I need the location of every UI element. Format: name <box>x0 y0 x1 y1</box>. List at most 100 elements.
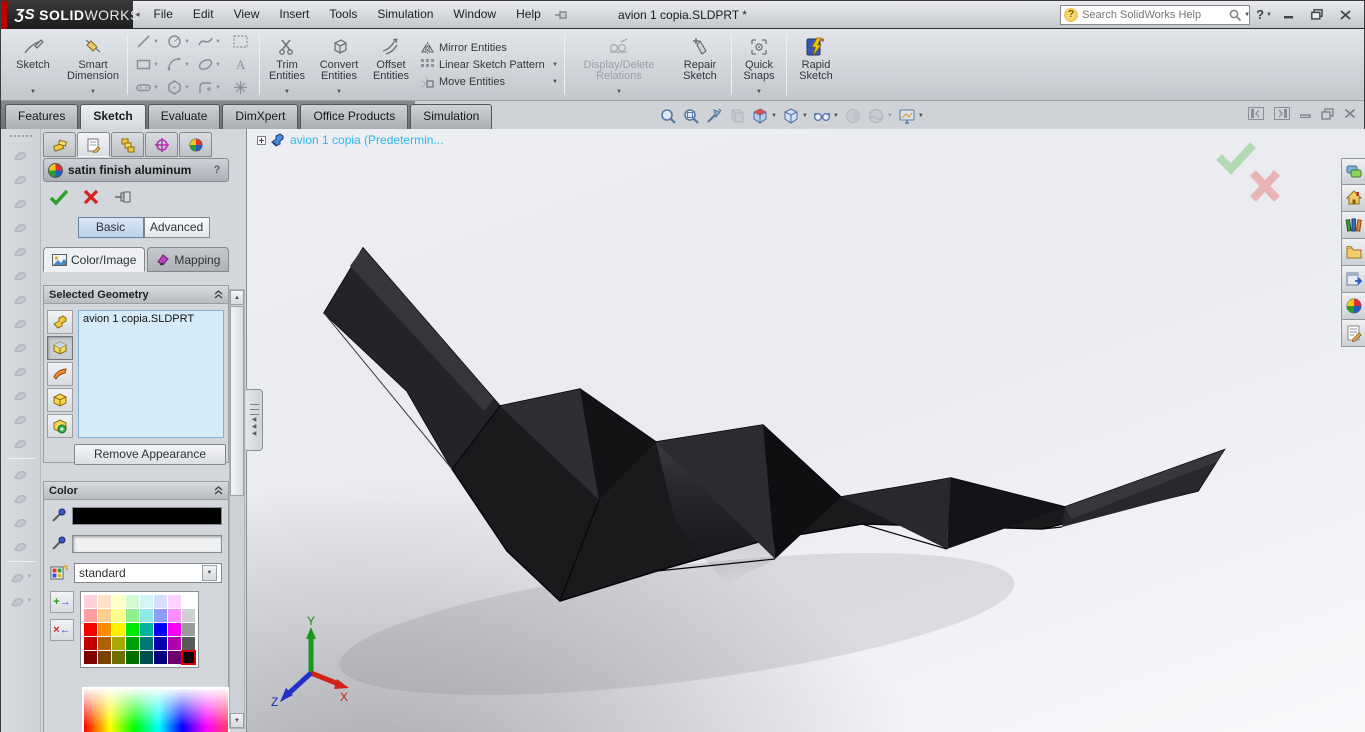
linear-sketch-pattern-button[interactable]: Linear Sketch Pattern ▼ <box>420 58 558 72</box>
select-surface-button[interactable] <box>47 388 73 412</box>
panel-help-icon[interactable]: ? <box>210 163 224 177</box>
doc-restore-icon[interactable] <box>1321 107 1334 120</box>
palette-swatch[interactable] <box>98 651 111 664</box>
view-settings-icon[interactable]: ▼ <box>898 107 924 125</box>
tab-office-products[interactable]: Office Products <box>300 104 409 129</box>
palette-swatch[interactable] <box>168 595 181 608</box>
palette-swatch[interactable] <box>140 623 153 636</box>
collapse-chevron-icon[interactable] <box>214 290 223 299</box>
secondary-color-swatch[interactable] <box>72 535 222 553</box>
mirror-entities-button[interactable]: Mirror Entities <box>420 41 558 55</box>
appearances-scenes-button[interactable] <box>1341 293 1365 320</box>
palette-swatch[interactable] <box>98 623 111 636</box>
palette-swatch[interactable] <box>126 637 139 650</box>
magnified-selection-icon[interactable] <box>705 107 723 125</box>
palette-swatch[interactable] <box>112 637 125 650</box>
boundary-surface-icon[interactable] <box>6 239 36 263</box>
smart-dimension-dropdown-icon[interactable]: ▼ <box>90 89 96 95</box>
display-delete-dropdown-icon[interactable]: ▼ <box>616 89 622 95</box>
ellipse-button[interactable]: ▼ <box>194 54 224 76</box>
aircraft-model[interactable] <box>247 129 1365 732</box>
cancel-button[interactable] <box>83 189 99 205</box>
palette-swatch[interactable] <box>98 609 111 622</box>
property-manager-tab[interactable] <box>77 132 110 157</box>
dimxpert-manager-tab[interactable] <box>145 132 178 157</box>
arc-button[interactable]: ▼ <box>163 54 193 76</box>
convert-dropdown-icon[interactable]: ▼ <box>336 89 342 95</box>
freeform-icon[interactable] <box>6 534 36 558</box>
extruded-surface-icon[interactable] <box>6 311 36 335</box>
menu-view[interactable]: View <box>224 1 270 28</box>
menu-file[interactable]: File <box>144 1 183 28</box>
palette-swatch[interactable] <box>154 623 167 636</box>
basic-mode-button[interactable]: Basic <box>77 217 144 238</box>
secondary-eyedropper-icon[interactable] <box>50 536 66 552</box>
palette-swatch[interactable] <box>84 595 97 608</box>
sketch-fillet-button[interactable]: ▼ <box>194 77 224 99</box>
smart-dimension-button[interactable]: Smart Dimension ▼ <box>61 31 125 98</box>
palette-swatch[interactable] <box>98 637 111 650</box>
configuration-manager-tab[interactable] <box>111 132 144 157</box>
edit-appearance-icon[interactable] <box>844 107 862 125</box>
palette-select[interactable]: standard ▼ <box>74 563 222 583</box>
sketch-button[interactable]: Sketch ▼ <box>5 31 61 98</box>
palette-swatch[interactable] <box>112 651 125 664</box>
palette-swatch[interactable] <box>112 623 125 636</box>
feature-manager-tab[interactable] <box>43 132 76 157</box>
collapse-chevron-icon[interactable] <box>214 486 223 495</box>
palette-swatch[interactable] <box>168 651 181 664</box>
selected-geometry-header[interactable]: Selected Geometry <box>44 286 228 304</box>
panel-splitter-handle[interactable]: ◀ ◀ ◀ <box>246 389 263 451</box>
spline-tools-icon[interactable]: ▼ <box>6 589 36 613</box>
palette-swatch[interactable] <box>154 609 167 622</box>
delete-face-icon[interactable] <box>6 431 36 455</box>
palette-swatch[interactable] <box>98 595 111 608</box>
graphics-viewport[interactable]: avion 1 copia (Predetermin... Y X Z <box>246 129 1365 732</box>
linear-pattern-dropdown-icon[interactable]: ▼ <box>552 62 558 68</box>
move-face-icon[interactable] <box>6 462 36 486</box>
menu-insert[interactable]: Insert <box>269 1 319 28</box>
restore-window-icon[interactable] <box>1306 7 1328 23</box>
scroll-down-icon[interactable]: ▼ <box>230 713 244 728</box>
palette-swatch[interactable] <box>84 609 97 622</box>
extend-surface-icon[interactable] <box>6 407 36 431</box>
toolbar-grip[interactable] <box>9 135 32 139</box>
doc-close-icon[interactable] <box>1344 108 1356 119</box>
menu-window[interactable]: Window <box>443 1 506 28</box>
select-part-button[interactable] <box>47 310 73 334</box>
current-color-swatch[interactable] <box>72 507 222 525</box>
palette-swatch[interactable] <box>182 595 195 608</box>
palette-swatch[interactable] <box>140 595 153 608</box>
help-icon[interactable]: ? ▼ <box>1256 7 1272 22</box>
view-orientation-icon[interactable]: ▼ <box>751 107 777 125</box>
line-button[interactable]: ▼ <box>132 31 162 53</box>
feature-tree-root[interactable]: avion 1 copia (Predetermin... <box>257 133 443 147</box>
pin-button[interactable] <box>113 190 133 204</box>
menu-pin-icon[interactable] <box>553 9 569 21</box>
palette-swatch[interactable] <box>154 595 167 608</box>
palette-swatch[interactable] <box>126 609 139 622</box>
rapid-sketch-button[interactable]: Rapid Sketch <box>789 31 843 98</box>
palette-swatch[interactable] <box>181 650 196 665</box>
palette-favorites-icon[interactable] <box>50 564 68 582</box>
view-palette-button[interactable] <box>1341 266 1365 293</box>
palette-select-arrow-icon[interactable]: ▼ <box>202 565 217 581</box>
advanced-mode-button[interactable]: Advanced <box>143 217 210 238</box>
tab-color-image[interactable]: Color/Image <box>43 247 146 272</box>
palette-swatch[interactable] <box>182 609 195 622</box>
collapse-left-pane-icon[interactable] <box>1248 107 1264 120</box>
rectangle-button[interactable]: ▼ <box>132 54 162 76</box>
section-view-icon[interactable] <box>728 107 746 125</box>
point-button[interactable] <box>225 77 255 99</box>
palette-swatch[interactable] <box>126 623 139 636</box>
menu-tools[interactable]: Tools <box>319 1 367 28</box>
tab-evaluate[interactable]: Evaluate <box>147 104 221 129</box>
trim-dropdown-icon[interactable]: ▼ <box>284 89 290 95</box>
design-library-button[interactable] <box>1341 212 1365 239</box>
tree-expand-icon[interactable] <box>257 135 266 145</box>
palette-swatch[interactable] <box>168 623 181 636</box>
palette-swatch[interactable] <box>112 595 125 608</box>
quick-snaps-dropdown-icon[interactable]: ▼ <box>756 89 762 95</box>
tab-dimxpert[interactable]: DimXpert <box>222 104 299 129</box>
palette-swatch[interactable] <box>126 651 139 664</box>
